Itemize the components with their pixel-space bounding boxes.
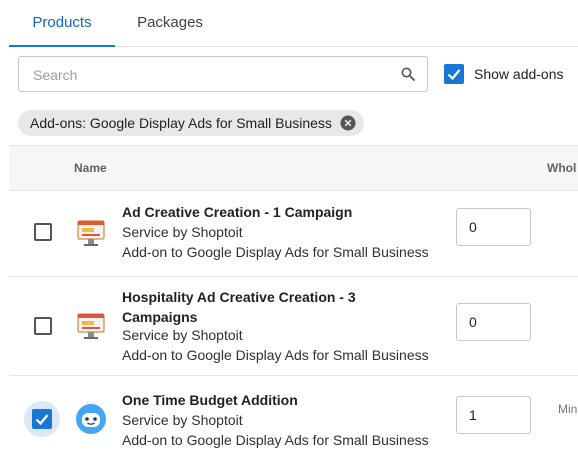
- column-header-name[interactable]: Name: [74, 161, 107, 175]
- ad-creative-icon: [77, 220, 105, 246]
- product-name[interactable]: Ad Creative Creation - 1 Campaign: [122, 202, 382, 222]
- filter-chip: Add-ons: Google Display Ads for Small Bu…: [18, 110, 364, 136]
- tab-bar: Products Packages: [9, 0, 578, 47]
- search-box[interactable]: [18, 56, 428, 93]
- row-checkbox[interactable]: [32, 409, 52, 429]
- search-icon[interactable]: [401, 67, 415, 81]
- check-icon: [447, 69, 461, 81]
- row-extra-text: Min: [558, 402, 578, 416]
- quantity-input[interactable]: 1: [456, 396, 531, 434]
- show-addons-label: Show add-ons: [474, 66, 564, 82]
- row-checkbox[interactable]: [34, 223, 52, 241]
- table-row[interactable]: Hospitality Ad Creative Creation - 3 Cam…: [9, 277, 578, 376]
- tab-products[interactable]: Products: [9, 0, 115, 47]
- filter-chip-label: Add-ons: Google Display Ads for Small Bu…: [30, 115, 332, 131]
- product-service: Service by Shoptoit: [122, 412, 243, 428]
- search-input[interactable]: [31, 57, 395, 93]
- quantity-input[interactable]: 0: [456, 303, 531, 341]
- show-addons-checkbox[interactable]: [444, 64, 464, 84]
- product-service: Service by Shoptoit: [122, 327, 243, 343]
- product-addon-of: Add-on to Google Display Ads for Small B…: [122, 432, 429, 448]
- table-header: Name Whol: [9, 145, 578, 191]
- product-name[interactable]: Hospitality Ad Creative Creation - 3 Cam…: [122, 287, 382, 327]
- product-addon-of: Add-on to Google Display Ads for Small B…: [122, 244, 429, 260]
- robot-face-icon: [76, 404, 106, 434]
- table-row[interactable]: Ad Creative Creation - 1 Campaign Servic…: [9, 190, 578, 277]
- product-service: Service by Shoptoit: [122, 224, 243, 240]
- check-icon: [35, 414, 49, 426]
- row-checkbox-focus-ring: [24, 401, 60, 437]
- row-checkbox[interactable]: [34, 317, 52, 335]
- tab-packages[interactable]: Packages: [115, 0, 225, 46]
- product-addon-of: Add-on to Google Display Ads for Small B…: [122, 347, 429, 363]
- close-icon[interactable]: [340, 115, 356, 131]
- ad-creative-icon: [77, 313, 105, 339]
- table-row[interactable]: One Time Budget Addition Service by Shop…: [9, 376, 578, 464]
- product-name[interactable]: One Time Budget Addition: [122, 390, 382, 410]
- quantity-input[interactable]: 0: [456, 208, 531, 246]
- column-header-wholesale[interactable]: Whol: [547, 161, 576, 175]
